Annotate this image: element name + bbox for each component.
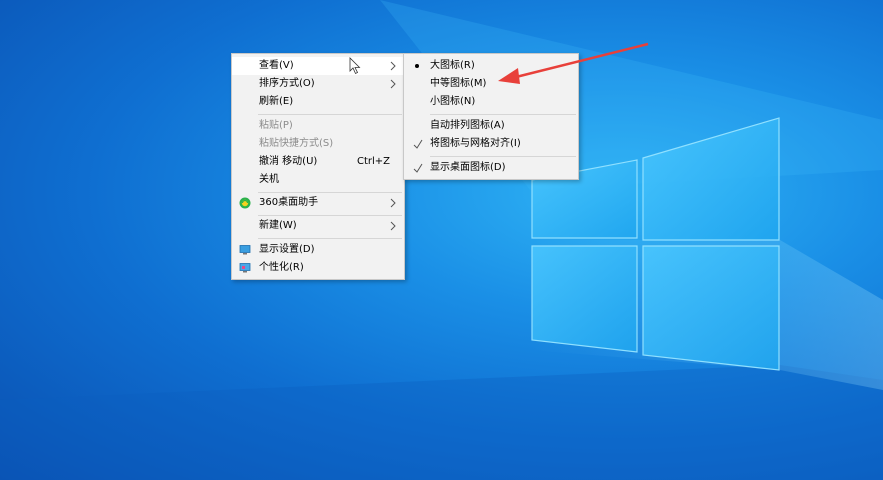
menu-separator <box>430 156 576 157</box>
menu-item-label: 粘贴快捷方式(S) <box>259 138 334 149</box>
chevron-right-icon <box>390 79 396 89</box>
menu-item-label: 小图标(N) <box>430 96 476 107</box>
menu-item-360-desktop[interactable]: 360桌面助手 <box>232 194 404 212</box>
menu-item-label: 显示设置(D) <box>259 244 315 255</box>
annotation-arrow <box>498 42 649 84</box>
chevron-right-icon <box>390 221 396 231</box>
menu-item-label: 排序方式(O) <box>259 78 315 89</box>
radio-bullet-icon <box>415 64 419 68</box>
personalize-icon <box>239 263 251 273</box>
checkmark-icon <box>413 139 423 149</box>
menu-item-display-settings[interactable]: 显示设置(D) <box>232 241 404 259</box>
360-logo-icon <box>239 197 251 209</box>
chevron-right-icon <box>390 61 396 71</box>
menu-item-label: 撤消 移动(U) <box>259 156 318 167</box>
menu-item-personalize[interactable]: 个性化(R) <box>232 259 404 277</box>
menu-item-paste-shortcut[interactable]: 粘贴快捷方式(S) <box>232 135 404 153</box>
menu-item-new[interactable]: 新建(W) <box>232 217 404 235</box>
menu-item-label: 个性化(R) <box>259 262 304 273</box>
menu-separator <box>430 114 576 115</box>
menu-item-shortcut: Ctrl+Z <box>356 156 390 167</box>
menu-item-label: 显示桌面图标(D) <box>430 162 506 173</box>
menu-item-label: 中等图标(M) <box>430 78 487 89</box>
menu-item-label: 新建(W) <box>259 220 297 231</box>
menu-item-label: 关机 <box>259 174 279 185</box>
menu-separator <box>258 192 402 193</box>
menu-separator <box>258 215 402 216</box>
menu-item-label: 粘贴(P) <box>259 120 293 131</box>
menu-separator <box>258 114 402 115</box>
menu-item-undo-move[interactable]: 撤消 移动(U) Ctrl+Z <box>232 153 404 171</box>
submenu-item-align-to-grid[interactable]: 将图标与网格对齐(I) <box>404 135 578 153</box>
menu-separator <box>258 238 402 239</box>
menu-item-label: 将图标与网格对齐(I) <box>430 138 521 149</box>
menu-item-refresh[interactable]: 刷新(E) <box>232 93 404 111</box>
display-icon <box>239 245 251 255</box>
submenu-item-small-icons[interactable]: 小图标(N) <box>404 93 578 111</box>
menu-item-view[interactable]: 查看(V) <box>232 57 404 75</box>
menu-item-label: 查看(V) <box>259 60 294 71</box>
chevron-right-icon <box>390 198 396 208</box>
menu-item-label: 360桌面助手 <box>259 197 319 208</box>
menu-item-shutdown[interactable]: 关机 <box>232 171 404 189</box>
submenu-item-show-desktop-icons[interactable]: 显示桌面图标(D) <box>404 159 578 177</box>
checkmark-icon <box>413 163 423 173</box>
submenu-item-auto-arrange[interactable]: 自动排列图标(A) <box>404 117 578 135</box>
menu-item-label: 大图标(R) <box>430 60 475 71</box>
menu-item-label: 刷新(E) <box>259 96 294 107</box>
desktop-context-menu: 查看(V) 排序方式(O) 刷新(E) 粘贴(P) 粘贴快捷方式(S) 撤消 移… <box>231 53 405 280</box>
mouse-cursor-icon <box>349 57 361 75</box>
menu-item-label: 自动排列图标(A) <box>430 120 505 131</box>
menu-item-sort[interactable]: 排序方式(O) <box>232 75 404 93</box>
menu-item-paste[interactable]: 粘贴(P) <box>232 117 404 135</box>
